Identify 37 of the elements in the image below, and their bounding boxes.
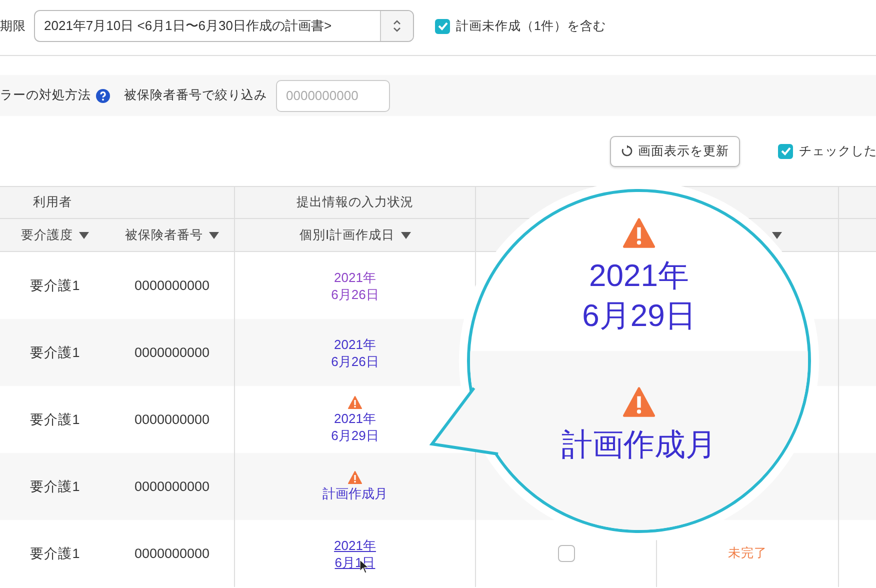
refresh-button[interactable]: 画面表示を更新 xyxy=(610,136,740,166)
magnified-date: 計画作成月 xyxy=(562,426,716,464)
sort-icon[interactable] xyxy=(79,232,89,238)
help-icon[interactable] xyxy=(96,88,110,102)
warning-icon xyxy=(348,396,362,408)
magnified-date: 2021年 6月29日 xyxy=(582,256,696,334)
group-header: 提出情報の入力状況 xyxy=(296,194,414,211)
up-down-icon xyxy=(392,19,402,33)
warning-icon xyxy=(348,471,362,484)
group-header: 利用者 xyxy=(33,194,72,211)
period-select[interactable]: 2021年7月10日 <6月1日〜6月30日作成の計画書> xyxy=(34,10,414,42)
sort-icon[interactable] xyxy=(400,232,410,238)
table-cell: 要介護1 xyxy=(0,453,110,520)
sort-icon[interactable] xyxy=(209,232,219,238)
table-cell xyxy=(838,319,876,386)
filter-label: 被保険者番号で絞り込み xyxy=(124,87,267,104)
sort-icon[interactable] xyxy=(772,232,782,238)
checkbox[interactable] xyxy=(778,144,793,158)
column-header[interactable]: 被保険者番号 xyxy=(125,226,203,244)
refresh-icon xyxy=(621,145,633,157)
column-header[interactable]: 個別Ⅰ計画作成日 xyxy=(300,226,394,244)
checkbox[interactable] xyxy=(558,545,574,562)
period-label: 期限 xyxy=(0,18,26,34)
table-cell xyxy=(838,453,876,520)
table-cell: 0000000000 xyxy=(110,453,234,520)
date-link[interactable]: 2021年 6月26日 xyxy=(331,336,379,370)
help-link-text: ラーの対処方法 xyxy=(0,87,91,104)
checkbox[interactable] xyxy=(435,18,450,34)
date-link[interactable]: 計画作成月 xyxy=(322,485,388,502)
date-link[interactable]: 2021年 6月29日 xyxy=(331,410,379,444)
checkbox-label: チェックした xyxy=(799,142,876,160)
column-header[interactable]: 要介護度 xyxy=(21,226,73,244)
table-cell: 0000000000 xyxy=(110,319,234,386)
insured-number-field[interactable]: 0000000000 xyxy=(276,80,390,112)
table-cell: 要介護1 xyxy=(0,319,110,386)
date-link[interactable]: 2021年 6月26日 xyxy=(331,268,379,302)
checkbox-label: 計画未作成（1件）を含む xyxy=(456,18,606,34)
